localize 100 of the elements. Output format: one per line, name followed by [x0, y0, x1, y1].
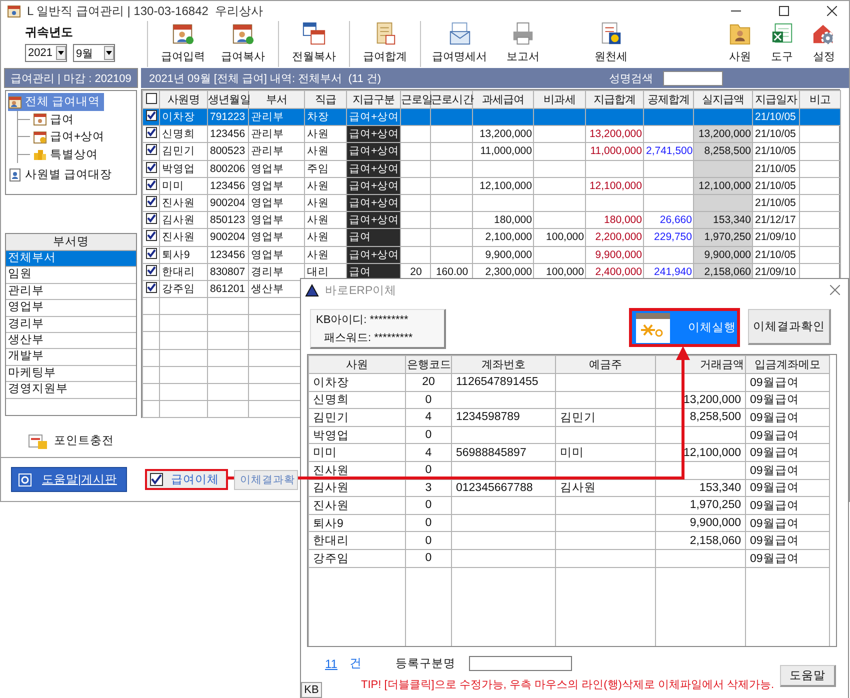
credential-text: 패스워드: *********: [323, 331, 414, 345]
table-cell: 관리부: [248, 142, 304, 160]
column-header: 거래금액: [656, 356, 746, 374]
table-cell: 급여+상여: [346, 194, 400, 212]
department-item[interactable]: 경영지원부: [6, 382, 136, 399]
toolbar-button[interactable]: 전월복사: [287, 21, 341, 67]
search-label: 성명검색: [609, 72, 653, 86]
execute-transfer-button[interactable]: 이체실행: [629, 308, 740, 347]
checkbox[interactable]: [146, 162, 157, 173]
checkbox[interactable]: [146, 213, 157, 224]
table-cell: 8,258,500: [694, 142, 752, 160]
table-cell: 09월급여: [746, 391, 830, 409]
table-cell: 진사원: [160, 194, 208, 212]
table-cell: 13,200,000: [694, 126, 752, 143]
checkbox[interactable]: [146, 282, 157, 293]
toolbar-button[interactable]: 사원: [719, 21, 761, 67]
toolbar-button[interactable]: 급여명세서: [429, 21, 490, 67]
person-card-icon: [8, 94, 22, 109]
calendar-icon: [33, 130, 47, 144]
department-item[interactable]: 임원: [6, 267, 136, 284]
table-cell: 김민기: [308, 408, 406, 426]
table-cell: 관리부: [248, 126, 304, 143]
toolbar-button[interactable]: 보고서: [496, 21, 550, 67]
year-select[interactable]: 2021: [25, 44, 67, 62]
table-cell: 급여+상여: [346, 142, 400, 160]
table-cell: 12,100,000: [472, 177, 534, 194]
department-item[interactable]: 전체부서: [6, 251, 136, 268]
table-cell: 9,900,000: [472, 246, 534, 264]
checkbox[interactable]: [146, 144, 157, 156]
toolbar-button[interactable]: 급여복사: [216, 21, 270, 67]
column-header: 사원: [308, 356, 406, 374]
table-cell: 신명희: [160, 126, 208, 143]
table-cell: 20: [406, 374, 452, 392]
checkbox[interactable]: [146, 92, 156, 104]
table-cell: 21/10/05: [752, 246, 800, 264]
checkbox[interactable]: [146, 110, 157, 122]
transfer-result-button[interactable]: 이체결과확인: [748, 309, 831, 345]
tree-item[interactable]: 사원별 급여대장: [8, 166, 116, 184]
point-charge-button[interactable]: 포인트충전: [28, 432, 114, 450]
maximize-icon[interactable]: [779, 6, 789, 16]
checkbox[interactable]: [146, 127, 157, 138]
toolbar-button[interactable]: 설정: [803, 21, 845, 67]
tree-item[interactable]: 특별상여: [33, 146, 102, 163]
column-header: 지급합계: [586, 90, 644, 108]
column-header: 생년월일: [208, 90, 248, 108]
department-item[interactable]: 관리부: [6, 284, 136, 300]
table-cell: 김사원: [556, 479, 656, 497]
checkbox[interactable]: [146, 230, 157, 242]
tree-item[interactable]: 전체 급여내역: [8, 93, 104, 110]
help-button[interactable]: 도움말: [780, 665, 836, 687]
month-select[interactable]: 9월: [73, 44, 115, 62]
table-cell: 진사원: [308, 496, 406, 514]
table-cell: 한대리: [160, 263, 208, 280]
table-cell: 09월급여: [746, 496, 830, 514]
table-cell: 800206: [208, 160, 248, 178]
checkbox[interactable]: [146, 178, 157, 190]
table-cell: 미미: [556, 444, 656, 462]
table-cell: 영업부: [248, 228, 304, 246]
dialog-title: 바로ERP이체: [325, 284, 397, 298]
document-person-icon: [8, 168, 22, 182]
column-header: 사원명: [160, 90, 208, 108]
count-link[interactable]: 11: [307, 656, 338, 670]
table-cell: 1126547891455: [452, 374, 556, 392]
column-header: 비과세: [534, 90, 586, 108]
department-item[interactable]: 생산부: [6, 332, 136, 350]
column-header: 과세급여: [472, 90, 534, 108]
table-cell: 신명희: [308, 391, 406, 409]
toolbar-button[interactable]: 원천세: [584, 21, 638, 67]
registration-field[interactable]: [469, 656, 572, 671]
department-item[interactable]: 영업부: [6, 300, 136, 317]
search-field[interactable]: [663, 70, 723, 86]
table-cell: 강주임: [308, 549, 406, 568]
table-cell: 퇴사9: [308, 514, 406, 532]
table-cell: 급여+상여: [346, 246, 400, 264]
checkbox[interactable]: [146, 196, 157, 208]
tree-item[interactable]: 급여: [33, 110, 78, 128]
close-icon[interactable]: [827, 6, 837, 16]
column-header: 직급: [304, 90, 346, 108]
table-cell: 21/09/10: [752, 228, 800, 246]
department-item[interactable]: 마케팅부: [6, 366, 136, 382]
checkbox[interactable]: [146, 264, 157, 276]
table-cell: 김민기: [556, 408, 656, 426]
tree-item[interactable]: 급여+상여: [33, 128, 109, 146]
transfer-checkbox[interactable]: 급여이체: [145, 469, 228, 490]
toolbar-button[interactable]: 급여합계: [358, 21, 412, 67]
help-board-button[interactable]: 도움말|게시판: [11, 467, 127, 492]
table-cell: 800523: [208, 142, 248, 160]
table-cell: 09월급여: [746, 408, 830, 426]
count-unit: 건: [349, 655, 362, 672]
table-cell: 09월급여: [746, 426, 830, 444]
checkbox[interactable]: [146, 248, 157, 259]
table-cell: 9,900,000: [656, 514, 746, 532]
department-item[interactable]: 경리부: [6, 316, 136, 333]
table-cell: 09월급여: [746, 461, 830, 480]
table-cell: 급여+상여: [346, 177, 400, 194]
toolbar-button[interactable]: 도구: [761, 21, 803, 67]
toolbar-button[interactable]: 급여입력: [156, 21, 210, 67]
department-item[interactable]: 개발부: [6, 349, 136, 366]
table-cell: 180,000: [586, 212, 644, 229]
calendar-icon: [33, 112, 47, 126]
